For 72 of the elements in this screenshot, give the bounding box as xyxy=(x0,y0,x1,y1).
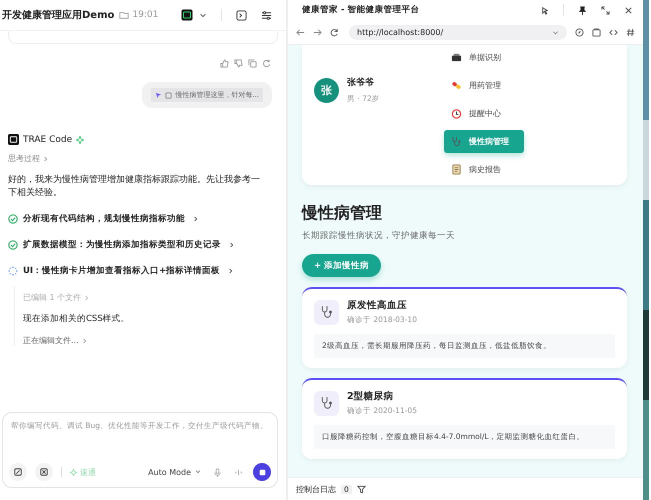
project-title: 开发健康管理应用Demo xyxy=(2,8,114,22)
nav-item[interactable]: 用药管理 xyxy=(444,74,524,97)
forward-icon[interactable] xyxy=(313,28,322,36)
task-step[interactable]: 扩展数据模型：为慢性病添加指标类型和历史记录 xyxy=(8,238,278,252)
screenshot-icon[interactable] xyxy=(592,28,601,36)
image-button[interactable] xyxy=(35,463,53,481)
condition-name: 2型糖尿病 xyxy=(347,390,395,403)
code-icon[interactable] xyxy=(609,28,618,36)
assistant-name: TRAE Code xyxy=(23,134,72,144)
copy-icon[interactable] xyxy=(248,59,257,68)
chevron-right-icon xyxy=(229,268,234,274)
nav-item[interactable]: 病史报告 xyxy=(444,158,524,181)
assistant-message: 好的，我来为慢性病管理增加健康指标跟踪功能。先让我参考一下相关经验。 xyxy=(8,174,261,200)
chevron-down-icon[interactable] xyxy=(552,28,559,36)
task-step[interactable]: 分析现有代码结构，规划慢性病指标功能 xyxy=(8,212,278,226)
reload-icon[interactable] xyxy=(330,28,339,36)
editing-status[interactable]: 正在编辑文件... xyxy=(23,335,278,346)
settings-icon[interactable] xyxy=(261,10,272,20)
timestamp: 19:01 xyxy=(132,10,158,20)
stop-button[interactable] xyxy=(253,463,271,481)
close-icon[interactable] xyxy=(624,6,633,14)
window-title: 健康管家 - 智能健康管理平台 xyxy=(302,4,420,16)
edit-icon xyxy=(14,468,22,476)
url-text: http://localhost:8000/ xyxy=(357,28,444,36)
stop-icon xyxy=(258,468,266,476)
panel-icon[interactable] xyxy=(236,10,247,20)
pin-icon[interactable] xyxy=(578,6,587,14)
chevron-down-icon xyxy=(195,470,201,474)
assistant-note: 现在添加相关的CSS样式。 xyxy=(23,313,131,325)
condition-name: 原发性高血压 xyxy=(347,299,408,312)
expand-icon[interactable] xyxy=(601,6,610,14)
back-icon[interactable] xyxy=(296,28,305,36)
cursor-icon xyxy=(155,92,162,98)
chevron-right-icon xyxy=(230,242,234,248)
chevron-down-icon[interactable] xyxy=(199,11,207,19)
image-icon xyxy=(40,468,48,476)
sparkle-icon xyxy=(76,136,84,144)
avatar: 张 xyxy=(314,78,339,102)
folder-icon xyxy=(119,10,130,20)
alarm-clock-icon xyxy=(451,108,462,119)
console-log-label[interactable]: 控制台日志 xyxy=(296,484,336,494)
pointer-icon[interactable] xyxy=(540,6,549,14)
mode-dropdown[interactable]: Auto Mode xyxy=(148,468,201,476)
chevron-right-icon xyxy=(194,216,198,222)
edit-button[interactable] xyxy=(9,463,27,481)
stethoscope-icon xyxy=(314,390,339,416)
trae-logo-icon xyxy=(8,134,19,145)
hash-icon[interactable] xyxy=(626,28,635,36)
chevron-right-icon xyxy=(85,294,90,300)
page-subtitle: 长期跟踪慢性病状况，守护健康每一天 xyxy=(302,230,456,242)
sparkle-icon xyxy=(70,468,77,476)
filter-icon[interactable] xyxy=(356,484,366,494)
thinking-toggle[interactable]: 思考过程 xyxy=(8,153,278,164)
stethoscope-icon xyxy=(314,300,339,324)
url-field[interactable]: http://localhost:8000/ xyxy=(349,24,567,40)
chevron-right-icon xyxy=(44,156,48,162)
terminal-icon[interactable] xyxy=(181,9,193,21)
pill-icon xyxy=(451,80,462,91)
chevron-right-icon xyxy=(82,338,87,344)
thumbs-down-icon[interactable] xyxy=(234,59,243,68)
thumbs-up-icon[interactable] xyxy=(220,59,229,68)
file-icon xyxy=(165,92,172,98)
stethoscope-icon xyxy=(451,136,462,147)
compass-icon[interactable] xyxy=(575,28,584,36)
task-step[interactable]: UI：慢性病卡片增加查看指标入口+指标详情面板 xyxy=(8,264,278,278)
notebook-icon xyxy=(451,164,462,175)
refresh-icon[interactable] xyxy=(262,59,271,68)
user-name: 张爷爷 xyxy=(347,76,375,89)
scanner-icon xyxy=(451,52,462,63)
page-heading: 慢性病管理 xyxy=(302,203,383,224)
nav-item[interactable]: 提醒中心 xyxy=(444,102,524,125)
nav-item[interactable]: 单据识别 xyxy=(444,46,524,69)
